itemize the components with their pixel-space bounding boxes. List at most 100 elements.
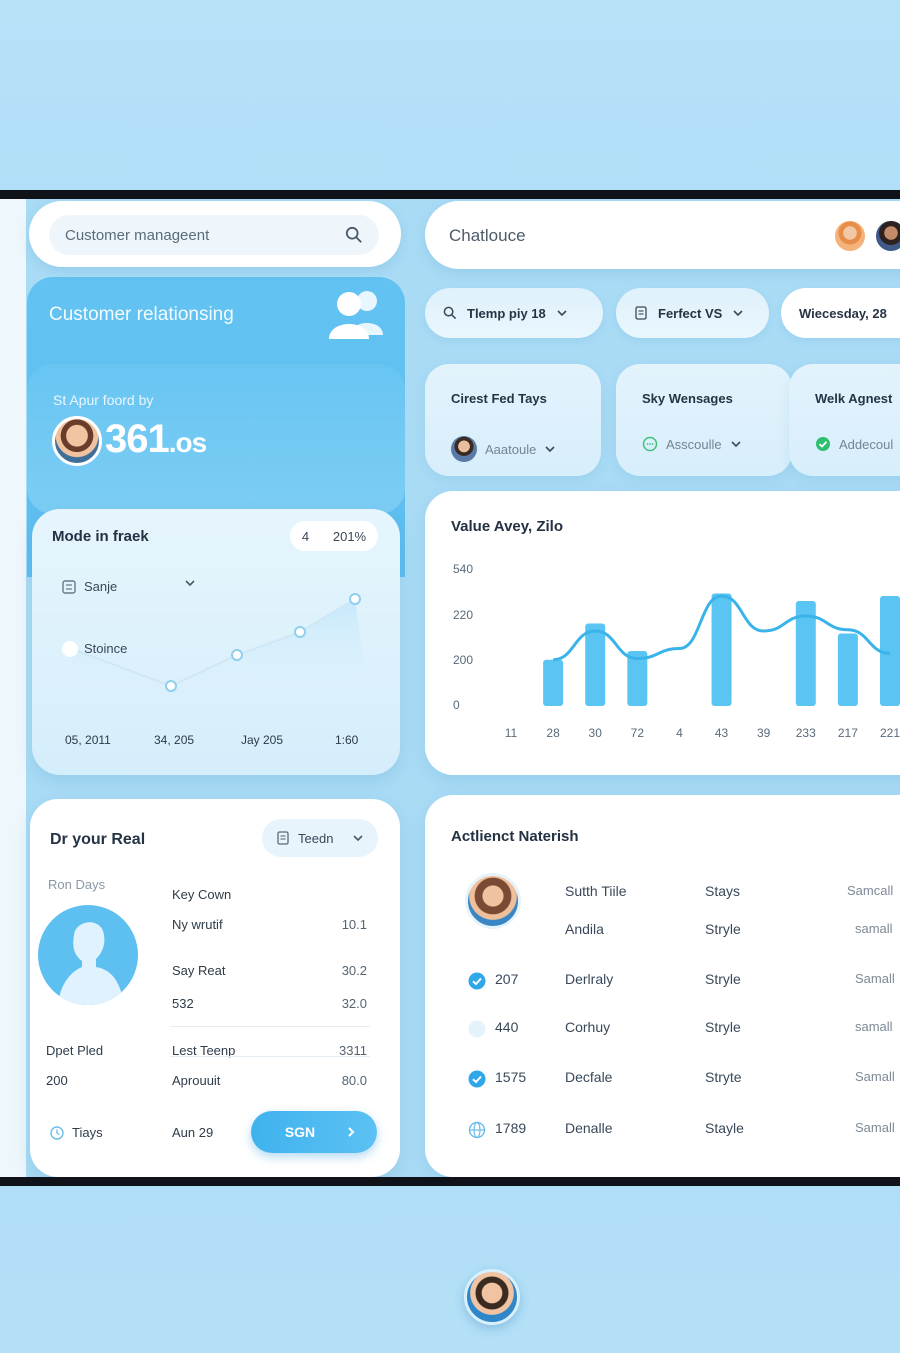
- summary-dropdown[interactable]: Addecoul: [815, 436, 893, 452]
- y-tick-label: 200: [453, 653, 473, 667]
- clock-icon: [50, 1126, 64, 1140]
- x-tick-label: 221: [880, 726, 900, 740]
- detail-row-label: Ny wrutif: [172, 917, 223, 932]
- summary-title: Sky Wensages: [642, 391, 733, 406]
- trend-chip-percent: 201%: [332, 528, 367, 544]
- letterbox-top: [0, 190, 900, 199]
- table-cell-name: Andila: [565, 921, 604, 937]
- table-cell-name: Denalle: [565, 1120, 613, 1136]
- table-cell-value: Samall: [855, 1120, 895, 1135]
- letterbox-bottom: [0, 1177, 900, 1186]
- table-cell-value: Samall: [855, 1069, 895, 1084]
- trend-dropdown[interactable]: Sanje: [62, 579, 195, 594]
- trend-point: [349, 593, 361, 605]
- check-circle-icon[interactable]: [468, 1070, 486, 1088]
- divider: [170, 1026, 370, 1027]
- x-tick-label: 11: [505, 726, 518, 740]
- x-tick-label: 43: [715, 726, 729, 740]
- detail-row-value: 32.0: [341, 996, 367, 1011]
- table-cell-value: samall: [855, 1019, 893, 1034]
- y-tick-label: 0: [453, 698, 460, 712]
- chevron-down-icon: [733, 310, 743, 317]
- table-cell-name: Derlraly: [565, 971, 614, 987]
- detail-subtitle: Ron Days: [48, 877, 106, 892]
- left-edge-panel: [0, 199, 26, 1177]
- search-placeholder: Customer manageent: [65, 226, 210, 244]
- right-column: Chatlouce Tlemp piy 18 Ferfect VS Wieces…: [425, 199, 900, 1177]
- detail-row-label: Key Cown: [172, 887, 232, 902]
- y-tick-label: 540: [453, 562, 473, 576]
- summary-dropdown[interactable]: Asscoulle: [642, 436, 742, 452]
- summary-card[interactable]: Cirest Fed Tays Aaatoule: [425, 364, 601, 476]
- chevron-down-icon: [185, 580, 195, 587]
- filter-search-dropdown[interactable]: Tlemp piy 18: [425, 288, 603, 338]
- summary-dropdown[interactable]: Aaatoule: [451, 436, 556, 462]
- avatar: [451, 436, 477, 462]
- table-cell-id: 440: [495, 1019, 519, 1035]
- document-icon: [277, 831, 289, 845]
- avatar[interactable]: [464, 1269, 520, 1325]
- trend-x-label: Jay 205: [241, 733, 284, 747]
- search-icon[interactable]: [345, 226, 363, 244]
- chevron-down-icon: [557, 310, 567, 317]
- date-picker[interactable]: Wiecesday, 28: [781, 288, 900, 338]
- divider: [170, 1056, 370, 1057]
- table-cell-status: Stryte: [705, 1069, 742, 1085]
- trend-period-chip[interactable]: 4 201%: [290, 521, 378, 551]
- detail-filter-dropdown[interactable]: Teedn: [262, 819, 378, 857]
- list-icon: [62, 579, 76, 594]
- hero-stat-value: 361.os: [105, 417, 207, 462]
- filter-type-dropdown[interactable]: Ferfect VS: [616, 288, 769, 338]
- detail-row-value: 30.2: [341, 963, 367, 978]
- summary-title: Cirest Fed Tays: [451, 391, 547, 406]
- page-title: Chatlouce: [449, 226, 526, 245]
- trend-point: [294, 626, 306, 638]
- bar-chart: 540 220 200 0 11 28 30 72 4 43 39 233 217 221: [453, 562, 900, 740]
- globe-icon[interactable]: [468, 1121, 486, 1139]
- detail-lower-left: 200: [46, 1073, 68, 1088]
- chart-bar: [711, 593, 732, 706]
- sign-button[interactable]: SGN: [251, 1111, 377, 1153]
- series-toggle[interactable]: [62, 641, 78, 657]
- x-tick-label: 4: [676, 726, 683, 740]
- avatar[interactable]: [874, 219, 900, 253]
- table-cell-id: 1575: [495, 1069, 527, 1085]
- avatar[interactable]: [833, 219, 867, 253]
- table-cell-name: Sutth Tiile: [565, 883, 627, 899]
- chart-bar: [585, 623, 606, 706]
- hero-stat-label: St Apur foord by: [53, 392, 154, 408]
- left-column: Customer manageent Customer relationsing…: [27, 199, 405, 1177]
- hero-stat-suffix: .os: [168, 427, 207, 458]
- avatar[interactable]: [465, 873, 521, 929]
- check-circle-icon[interactable]: [468, 972, 486, 990]
- detail-lower-value: 80.0: [341, 1073, 367, 1088]
- summary-card[interactable]: Welk Agnest Addecoul: [789, 364, 900, 476]
- trend-card: Mode in fraek 4 201% Sanje Stoince 05, 2…: [32, 509, 400, 775]
- detail-row-label: 532: [172, 996, 194, 1011]
- summary-sub: Addecoul: [839, 436, 894, 452]
- search-card: Customer manageent: [29, 201, 401, 267]
- trend-point: [165, 680, 177, 692]
- detail-row-label: Say Reat: [172, 963, 226, 978]
- chevron-down-icon: [353, 835, 363, 842]
- search-input[interactable]: Customer manageent: [49, 215, 379, 255]
- table-cell-value: Samall: [855, 971, 895, 986]
- detail-lower-left: Dpet Pled: [46, 1043, 104, 1058]
- empty-circle-icon[interactable]: [468, 1020, 486, 1038]
- check-circle-icon: [816, 437, 830, 451]
- sign-button-label: SGN: [284, 1124, 316, 1140]
- x-tick-label: 28: [546, 726, 560, 740]
- trend-dropdown-value: Sanje: [84, 579, 118, 594]
- trend-x-label: 05, 2011: [65, 733, 111, 747]
- trend-chip-count: 4: [301, 528, 310, 544]
- detail-row-value: 10.1: [341, 917, 367, 932]
- table-cell-status: Stryle: [705, 921, 741, 937]
- table-cell-id: 207: [495, 971, 519, 987]
- avatar[interactable]: [52, 416, 102, 466]
- chevron-right-icon: [348, 1127, 355, 1137]
- detail-title: Dr your Real: [50, 831, 146, 848]
- summary-card[interactable]: Sky Wensages Asscoulle: [616, 364, 792, 476]
- chevron-down-icon: [731, 441, 741, 448]
- x-tick-label: 30: [589, 726, 603, 740]
- footer-label: Tiays: [72, 1125, 103, 1140]
